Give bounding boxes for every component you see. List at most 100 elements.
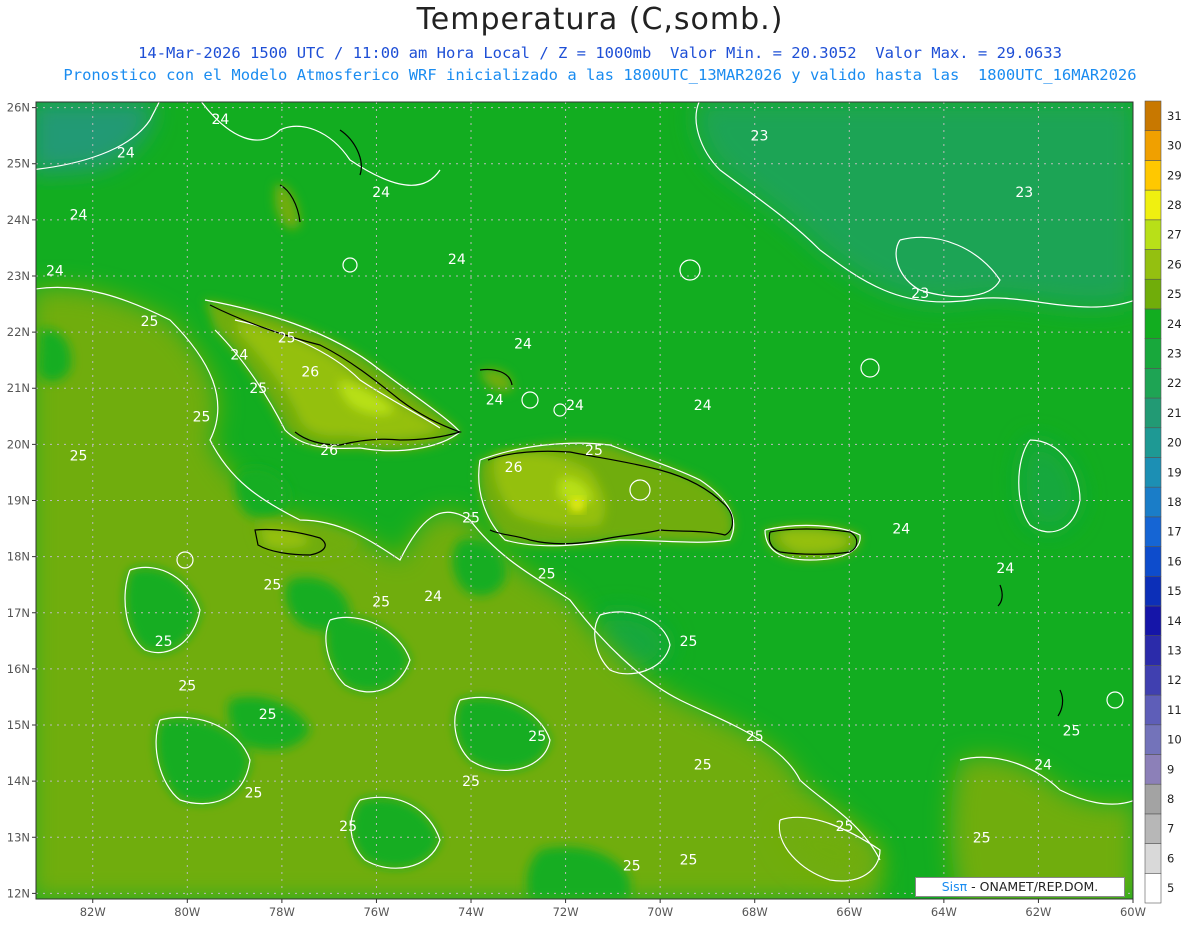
colorbar-label-2: 7 bbox=[1167, 822, 1174, 836]
contour-label-23: 25 bbox=[538, 566, 556, 582]
colorbar-swatch-17 bbox=[1144, 368, 1162, 399]
contour-label-21: 24 bbox=[892, 522, 910, 538]
lat-tick-label-13: 25N bbox=[7, 157, 30, 171]
lon-tick-label-1: 80W bbox=[174, 905, 200, 919]
colorbar-swatch-7 bbox=[1144, 665, 1162, 696]
temperature-map: 24 24 24 24 24 24 25 25 24 26 25 24 24 24 24 25 25 26 26 25… bbox=[7, 100, 1182, 919]
lon-tick-label-7: 68W bbox=[742, 905, 768, 919]
lat-tick-label-7: 19N bbox=[7, 494, 30, 508]
lat-tick-label-3: 15N bbox=[7, 718, 30, 732]
contour-label-4: 24 bbox=[46, 263, 64, 279]
footer-attribution: Sisπ - ONAMET/REP.DOM. bbox=[915, 877, 1125, 897]
contour-label-10: 25 bbox=[249, 381, 267, 397]
contour-label-9: 26 bbox=[301, 364, 319, 380]
lat-tick-label-12: 24N bbox=[7, 213, 30, 227]
contour-label-24: 25 bbox=[264, 578, 282, 594]
colorbar-label-3: 8 bbox=[1167, 792, 1174, 806]
contour-label-20: 25 bbox=[462, 510, 480, 526]
colorbar-swatch-15 bbox=[1144, 427, 1162, 458]
colorbar-label-22: 27 bbox=[1167, 228, 1182, 242]
colorbar-label-6: 11 bbox=[1167, 703, 1182, 717]
contour-label-42: 25 bbox=[623, 858, 641, 874]
lon-tick-label-0: 82W bbox=[80, 905, 106, 919]
lon-tick-label-3: 76W bbox=[363, 905, 389, 919]
contour-label-2: 24 bbox=[70, 207, 88, 223]
lat-tick-label-1: 13N bbox=[7, 830, 30, 844]
contour-label-7: 25 bbox=[278, 331, 296, 347]
lon-tick-label-4: 74W bbox=[458, 905, 484, 919]
contour-label-34: 24 bbox=[1034, 757, 1052, 773]
colorbar-swatch-6 bbox=[1144, 694, 1162, 726]
contour-label-37: 25 bbox=[245, 785, 263, 801]
lat-axis: 12N 13N 14N 15N 16N 17N 18N 19N 20N 21N 22N 23N 24N 2… bbox=[7, 101, 36, 900]
contour-label-40: 25 bbox=[973, 830, 991, 846]
contour-label-41: 25 bbox=[680, 853, 698, 869]
colorbar-swatch-0 bbox=[1144, 872, 1162, 904]
contour-label-28: 25 bbox=[680, 634, 698, 650]
colorbar-swatch-24 bbox=[1144, 160, 1162, 191]
colorbar-label-7: 12 bbox=[1167, 673, 1182, 687]
colorbar-swatch-10 bbox=[1144, 575, 1162, 607]
lat-tick-label-5: 17N bbox=[7, 606, 30, 620]
contour-label-27: 25 bbox=[155, 634, 173, 650]
lat-tick-label-8: 20N bbox=[7, 437, 30, 451]
contour-label-38: 25 bbox=[339, 819, 357, 835]
colorbar-label-15: 20 bbox=[1167, 436, 1182, 450]
lon-tick-label-11: 60W bbox=[1120, 905, 1146, 919]
lat-tick-label-4: 16N bbox=[7, 662, 30, 676]
contour-label-11: 24 bbox=[514, 336, 532, 352]
contour-label-13: 24 bbox=[566, 398, 584, 414]
lat-tick-label-9: 21N bbox=[7, 381, 30, 395]
colorbar-label-8: 13 bbox=[1167, 644, 1182, 658]
colorbar-label-5: 10 bbox=[1167, 733, 1182, 747]
colorbar-label-26: 31 bbox=[1167, 109, 1182, 123]
contour-label-22: 24 bbox=[996, 561, 1014, 577]
colorbar-label-21: 26 bbox=[1167, 257, 1182, 271]
contour-label-30: 25 bbox=[259, 707, 277, 723]
colorbar: 5 6 7 8 9 10 11 12 13 14 15 16 17 18 19 20 21 22 23 24 25 26 2… bbox=[1144, 100, 1182, 904]
colorbar-swatch-21 bbox=[1144, 249, 1162, 280]
colorbar-swatch-14 bbox=[1144, 457, 1162, 488]
colorbar-label-25: 30 bbox=[1167, 139, 1182, 153]
colorbar-swatch-18 bbox=[1144, 338, 1162, 369]
colorbar-swatch-16 bbox=[1144, 397, 1162, 429]
colorbar-swatch-20 bbox=[1144, 278, 1162, 310]
lat-tick-label-14: 26N bbox=[7, 101, 30, 115]
contour-label-8: 24 bbox=[230, 348, 248, 364]
contour-label-19: 25 bbox=[585, 443, 603, 459]
colorbar-swatch-4 bbox=[1144, 754, 1162, 785]
colorbar-swatch-5 bbox=[1144, 724, 1162, 755]
colorbar-label-18: 23 bbox=[1167, 346, 1182, 360]
colorbar-label-24: 29 bbox=[1167, 168, 1182, 182]
contour-label-43: 23 bbox=[751, 129, 769, 145]
lon-axis: 82W 80W 78W 76W 74W 72W 70W 68W 66W 64W 62W 60W bbox=[80, 899, 1146, 919]
colorbar-label-14: 19 bbox=[1167, 465, 1182, 479]
colorbar-swatch-26 bbox=[1144, 100, 1162, 132]
colorbar-swatch-22 bbox=[1144, 219, 1162, 250]
colorbar-label-11: 16 bbox=[1167, 554, 1182, 568]
lon-tick-label-8: 66W bbox=[836, 905, 862, 919]
colorbar-label-23: 28 bbox=[1167, 198, 1182, 212]
contour-label-18: 26 bbox=[505, 460, 523, 476]
contour-label-6: 25 bbox=[141, 314, 159, 330]
colorbar-label-9: 14 bbox=[1167, 614, 1182, 628]
colorbar-swatch-12 bbox=[1144, 516, 1162, 547]
colorbar-label-19: 24 bbox=[1167, 317, 1182, 331]
lon-tick-label-9: 64W bbox=[931, 905, 957, 919]
lat-tick-label-11: 23N bbox=[7, 269, 30, 283]
colorbar-swatch-25 bbox=[1144, 130, 1162, 161]
sispi-logo: Sisπ bbox=[941, 879, 968, 894]
lat-tick-label-2: 14N bbox=[7, 774, 30, 788]
colorbar-label-17: 22 bbox=[1167, 376, 1182, 390]
contour-label-14: 24 bbox=[694, 398, 712, 414]
contour-label-39: 25 bbox=[836, 819, 854, 835]
footer-agency: - ONAMET/REP.DOM. bbox=[967, 879, 1099, 894]
colorbar-label-4: 9 bbox=[1167, 762, 1174, 776]
contour-label-36: 25 bbox=[462, 774, 480, 790]
contour-label-45: 23 bbox=[911, 286, 929, 302]
lat-tick-label-6: 18N bbox=[7, 550, 30, 564]
contour-label-3: 24 bbox=[372, 185, 390, 201]
colorbar-label-10: 15 bbox=[1167, 584, 1182, 598]
contour-label-44: 23 bbox=[1015, 185, 1033, 201]
contour-label-29: 25 bbox=[178, 679, 196, 695]
